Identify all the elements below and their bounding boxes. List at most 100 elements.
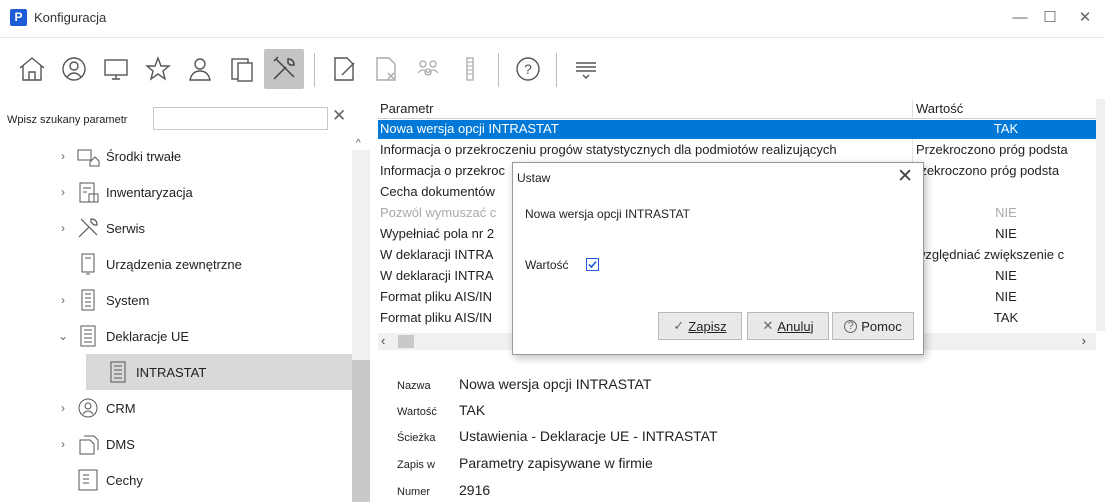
value-cell: NIE [995, 226, 1017, 241]
grid-vertical-scrollbar[interactable] [1096, 99, 1105, 331]
tree-item-deklaracje-ue[interactable]: ⌄ Deklaracje UE [56, 318, 189, 354]
navigation-tree: › Środki trwałe › Inwentaryzacja › Serwi… [0, 136, 370, 502]
window-title: Konfiguracja [34, 10, 107, 25]
inventory-icon [76, 179, 100, 205]
tree-item-label: INTRASTAT [136, 364, 207, 380]
detail-value: 2916 [459, 482, 491, 498]
tree-item-srodki-trwale[interactable]: › Środki trwałe [56, 138, 181, 174]
star-icon [145, 56, 171, 81]
tools-button[interactable] [264, 49, 304, 89]
dms-icon [76, 431, 100, 457]
home-icon [19, 57, 45, 81]
tree-item-cechy[interactable]: Cechy [56, 462, 143, 498]
toolbar-separator [556, 53, 557, 87]
cancel-button[interactable]: ✕ Anuluj [747, 312, 829, 340]
search-label: Wpisz szukany parametr [7, 114, 128, 126]
tree-item-label: CRM [106, 400, 136, 416]
computer-button[interactable] [96, 49, 136, 89]
tree-item-label: System [106, 292, 150, 308]
tree-item-dms[interactable]: › DMS [56, 426, 135, 462]
device-icon [231, 58, 253, 82]
horizontal-scroll-thumb[interactable] [398, 335, 414, 348]
title-bar: P Konfiguracja — ☐ ✕ [0, 0, 1105, 38]
intrastat-icon [106, 359, 130, 385]
group-button[interactable] [408, 49, 448, 89]
features-icon [76, 467, 100, 493]
table-row[interactable]: Nowa wersja opcji INTRASTAT TAK [378, 120, 1096, 139]
declarations-icon [76, 323, 100, 349]
tree-item-label: Serwis [106, 220, 146, 236]
param-cell: Informacja o przekroczeniu progów statys… [380, 142, 837, 157]
search-input[interactable] [153, 107, 328, 130]
maximize-button[interactable]: ☐ [1030, 6, 1070, 30]
user-button[interactable] [180, 49, 220, 89]
tree-item-serwis[interactable]: › Serwis [56, 210, 145, 246]
scroll-left-icon[interactable]: ‹ [381, 333, 385, 348]
dialog-close-icon[interactable]: ✕ [897, 165, 913, 188]
detail-value: Ustawienia - Deklaracje UE - INTRASTAT [459, 428, 718, 444]
table-row[interactable]: Informacja o przekroczeniu progów statys… [378, 141, 1096, 160]
value-cell: TAK [993, 121, 1019, 136]
tools-icon [273, 56, 295, 80]
tree-item-crm[interactable]: › CRM [56, 390, 136, 426]
column-header-parametr[interactable]: Parametr [380, 101, 433, 116]
tree-item-urzadzenia[interactable]: Urządzenia zewnętrzne [56, 246, 242, 282]
close-window-button[interactable]: ✕ [1065, 6, 1105, 30]
chevron-right-icon[interactable]: › [56, 401, 70, 415]
save-button[interactable]: ✓ Zapisz [658, 312, 742, 340]
value-cell: NIE [995, 205, 1017, 220]
favorites-button[interactable] [138, 49, 178, 89]
menu-button[interactable] [566, 49, 606, 89]
crm-icon [76, 395, 100, 421]
edit-document-button[interactable] [324, 49, 364, 89]
chevron-right-icon[interactable]: › [56, 149, 70, 163]
dialog-title: Ustaw [517, 171, 551, 185]
help-icon: ? [516, 57, 540, 81]
value-checkbox[interactable] [586, 258, 599, 271]
chevron-right-icon[interactable]: › [56, 437, 70, 451]
computer-icon [104, 59, 128, 80]
scroll-right-icon[interactable]: › [1082, 333, 1086, 348]
value-cell: TAK [993, 310, 1019, 325]
detail-key: Zapis w [397, 459, 435, 471]
user-icon [189, 58, 211, 81]
delete-document-button[interactable] [366, 49, 406, 89]
chevron-right-icon[interactable]: › [56, 185, 70, 199]
chevron-right-icon[interactable]: › [56, 221, 70, 235]
column-header-wartosc[interactable]: Wartość [916, 101, 963, 116]
value-cell: rzekroczono próg podsta [916, 163, 1060, 178]
detail-key: Wartość [397, 406, 437, 418]
detail-value: Parametry zapisywane w firmie [459, 455, 653, 471]
menu-icon [576, 62, 596, 79]
value-cell: Przekroczono próg podsta [916, 142, 1068, 157]
save-label: Zapisz [688, 318, 727, 334]
edit-document-icon [334, 57, 355, 81]
close-icon: ✕ [762, 318, 774, 333]
device-button[interactable] [222, 49, 262, 89]
cancel-label: Anuluj [777, 318, 814, 334]
chevron-right-icon[interactable]: › [56, 293, 70, 307]
delete-document-icon [376, 57, 396, 81]
svg-text:?: ? [524, 61, 532, 77]
clear-search-icon[interactable]: ✕ [332, 106, 346, 126]
tree-item-label: Urządzenia zewnętrzne [106, 256, 242, 272]
tree-item-intrastat[interactable]: INTRASTAT [86, 354, 352, 390]
service-icon [76, 215, 100, 241]
tree-item-system[interactable]: › System [56, 282, 149, 318]
detail-key: Ścieżka [397, 432, 436, 444]
value-cell: względniać zwiększenie c [916, 247, 1065, 262]
chevron-down-icon[interactable]: ⌄ [56, 329, 70, 343]
toolbar: ? [0, 45, 1105, 95]
toolbar-separator [314, 53, 315, 87]
tree-item-label: Cechy [106, 472, 143, 488]
help-label: Pomoc [861, 318, 902, 334]
contacts-button[interactable] [54, 49, 94, 89]
detail-value: TAK [459, 402, 486, 418]
help-button[interactable]: ? [508, 49, 548, 89]
tree-item-inwentaryzacja[interactable]: › Inwentaryzacja [56, 174, 193, 210]
help-dialog-button[interactable]: ? Pomoc [832, 312, 914, 340]
home-button[interactable] [12, 49, 52, 89]
list-button[interactable] [450, 49, 490, 89]
dialog-parameter-name: Nowa wersja opcji INTRASTAT [525, 207, 690, 221]
list-icon [466, 57, 474, 81]
